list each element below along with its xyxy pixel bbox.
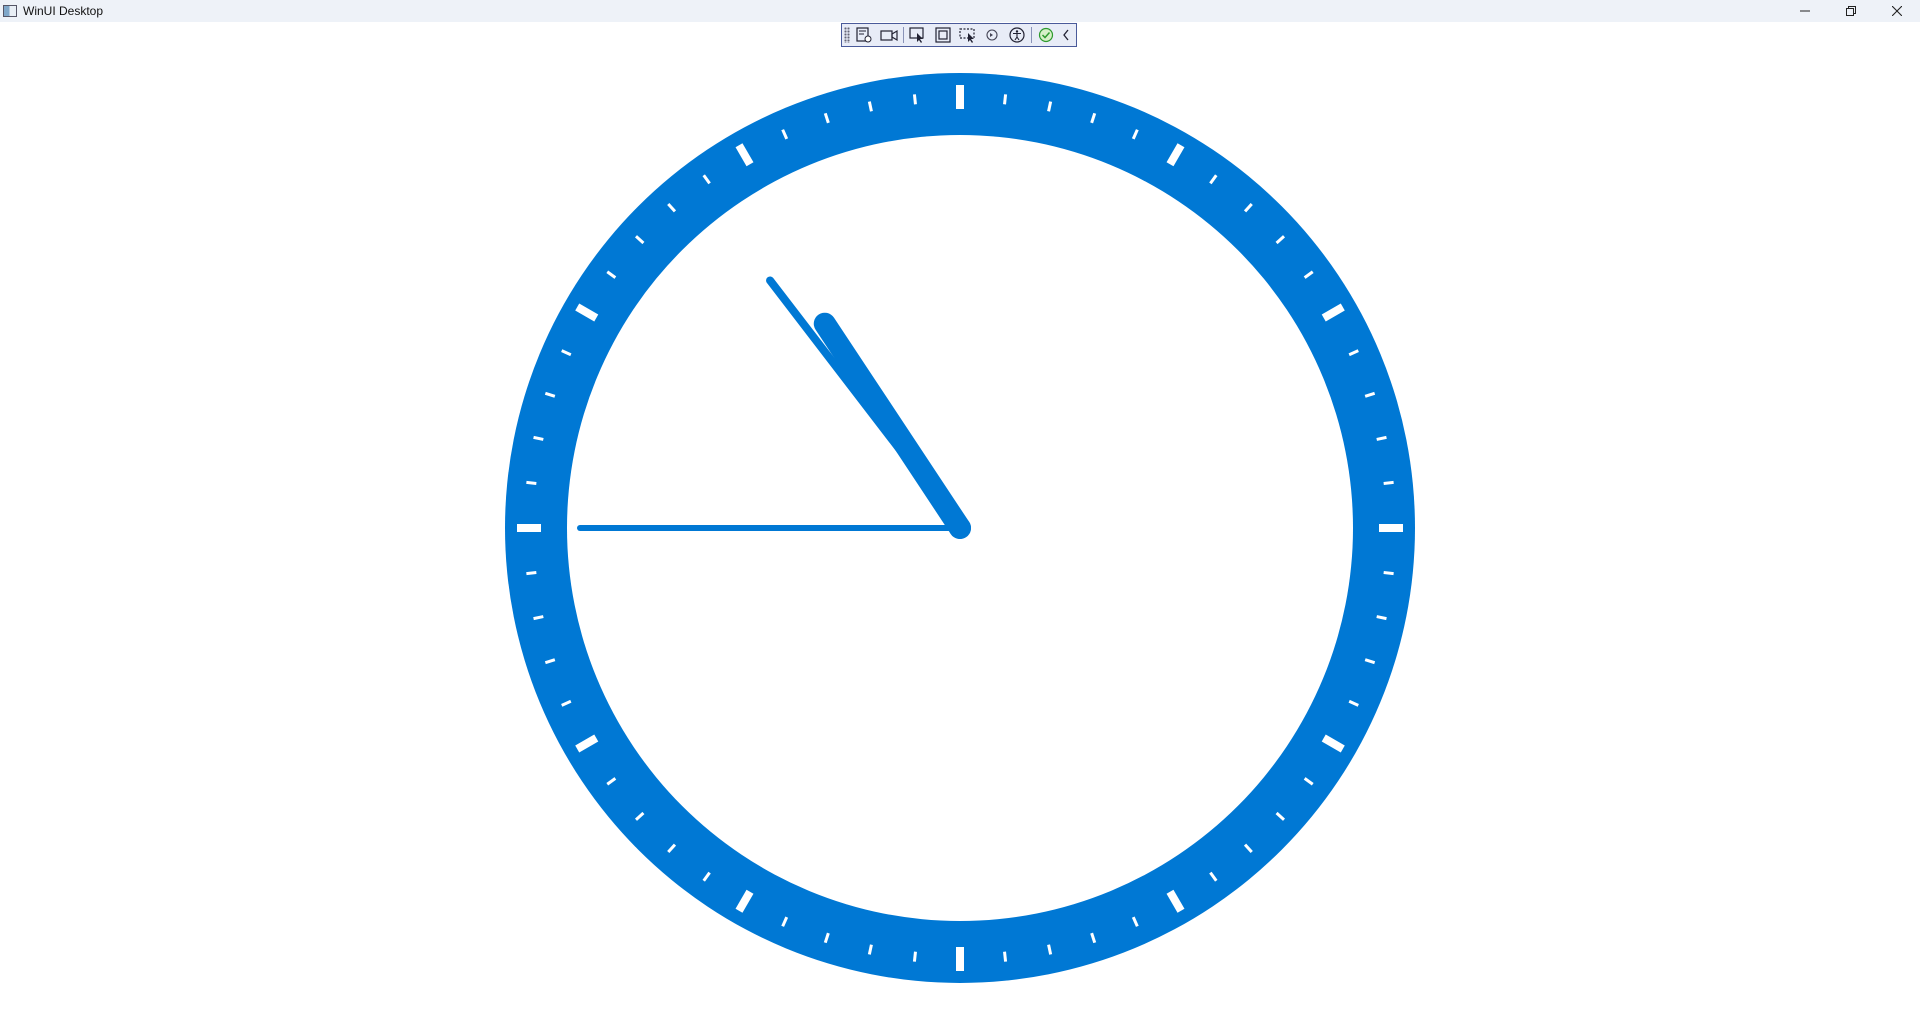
minute-tick [526, 571, 537, 576]
minute-tick [1383, 571, 1394, 576]
clock-hub [949, 517, 971, 539]
minute-tick [1003, 951, 1008, 962]
minute-tick [1003, 94, 1008, 105]
minute-tick [867, 101, 873, 112]
minute-tick [1047, 944, 1053, 955]
minute-tick [526, 480, 537, 485]
minute-tick [1047, 101, 1053, 112]
minute-tick [912, 951, 917, 962]
minute-tick [1383, 480, 1394, 485]
minute-tick [1376, 615, 1387, 621]
minute-tick [867, 944, 873, 955]
minute-tick [1376, 435, 1387, 441]
minute-tick [912, 94, 917, 105]
minute-tick [533, 435, 544, 441]
minute-tick [533, 615, 544, 621]
analog-clock [505, 73, 1415, 983]
